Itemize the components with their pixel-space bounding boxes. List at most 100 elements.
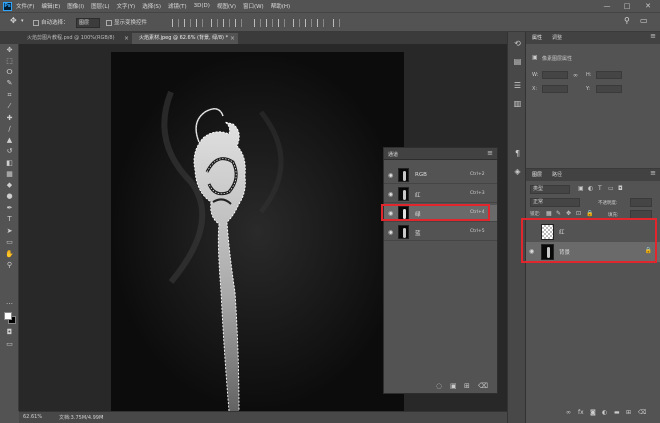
menu-help[interactable]: 帮助(H) [271, 2, 290, 10]
visibility-eye-icon[interactable]: ◉ [388, 172, 393, 179]
status-arrow-icon[interactable]: › [101, 413, 103, 420]
width-field[interactable] [542, 71, 568, 79]
save-selection-icon[interactable]: ▣ [450, 382, 457, 390]
align-bottom-icon[interactable] [196, 19, 203, 27]
new-layer-icon[interactable]: ⊞ [626, 409, 631, 416]
channel-row-green[interactable]: ◉ 绿 Ctrl+4 [384, 205, 497, 222]
brush-icon[interactable]: ∕ [4, 125, 15, 134]
eyedropper-icon[interactable]: ⁄ [4, 102, 15, 111]
channel-row-rgb[interactable]: ◉ RGB Ctrl+2 [384, 167, 497, 184]
menu-image[interactable]: 图像(I) [67, 2, 84, 10]
panel-menu-icon[interactable]: ≡ [487, 149, 493, 157]
type-icon[interactable]: T [4, 215, 15, 224]
layer-style-icon[interactable]: fx [578, 409, 584, 416]
distribute-vcenter-icon[interactable] [266, 19, 273, 27]
auto-select-dropdown[interactable]: 图层 [76, 18, 100, 28]
menu-filter[interactable]: 滤镜(T) [168, 2, 187, 10]
swatches-icon[interactable]: ▤ [512, 56, 523, 67]
pen-icon[interactable]: ✒ [4, 204, 15, 213]
filter-type-icon[interactable]: T [598, 185, 602, 192]
paragraph-icon[interactable]: ¶ [512, 148, 523, 159]
distribute-hcenter-icon[interactable] [305, 19, 312, 27]
move-tool-option-icon[interactable]: ✥ [10, 16, 17, 25]
healing-icon[interactable]: ✚ [4, 114, 15, 123]
dodge-icon[interactable]: ● [4, 192, 15, 201]
libraries-icon[interactable]: ▥ [512, 98, 523, 109]
show-transform-checkbox[interactable]: 显示变换控件 [106, 18, 147, 26]
align-top-icon[interactable] [172, 19, 179, 27]
close-icon[interactable]: × [124, 33, 129, 44]
tab-properties[interactable]: 属性 [532, 34, 542, 41]
history-brush-icon[interactable]: ↺ [4, 147, 15, 156]
visibility-eye-icon[interactable]: ◉ [388, 210, 393, 217]
blend-mode-dropdown[interactable]: 正常 [530, 198, 580, 207]
panel-menu-icon[interactable]: ≡ [650, 32, 656, 40]
tab-document-2[interactable]: 火焰素材.jpeg @ 62.6% (背景, 绿/8) * × [132, 33, 238, 44]
gradient-icon[interactable]: ▦ [4, 170, 15, 179]
hand-icon[interactable]: ✋ [4, 250, 15, 259]
add-mask-icon[interactable]: ◙ [590, 409, 596, 416]
blur-icon[interactable]: ◆ [4, 181, 15, 190]
close-icon[interactable]: × [230, 33, 235, 44]
auto-align-icon[interactable] [333, 19, 340, 27]
load-selection-icon[interactable]: ◌ [436, 382, 442, 390]
menu-layer[interactable]: 图层(L) [91, 2, 109, 10]
align-left-icon[interactable] [211, 19, 218, 27]
distribute-top-icon[interactable] [254, 19, 261, 27]
panel-menu-icon[interactable]: ≡ [650, 169, 656, 177]
screen-mode-icon[interactable]: ▭ [4, 340, 15, 349]
workspace-icon[interactable]: ▭ [640, 16, 648, 25]
opacity-field[interactable] [630, 198, 652, 207]
channels-title[interactable]: 通道 [388, 151, 398, 158]
tab-document-1[interactable]: 火焰剪图片教程.psd @ 100%(RGB/8) × [20, 33, 132, 44]
history-icon[interactable]: ⟲ [512, 38, 523, 49]
new-group-icon[interactable]: ▬ [614, 409, 620, 416]
auto-select-checkbox[interactable]: 自动选择： [33, 18, 69, 26]
shape-icon[interactable]: ▭ [4, 238, 15, 247]
foreground-color-swatch[interactable] [4, 312, 12, 320]
delete-layer-icon[interactable]: ⌫ [638, 409, 646, 416]
menu-file[interactable]: 文件(F) [16, 2, 34, 10]
align-right-icon[interactable] [235, 19, 242, 27]
search-icon[interactable]: ⚲ [624, 16, 630, 25]
fill-field[interactable] [630, 210, 652, 219]
filter-shape-icon[interactable]: ▭ [608, 185, 614, 192]
filter-smart-icon[interactable]: ◘ [618, 185, 623, 192]
lock-artboard-icon[interactable]: ⊡ [576, 210, 581, 217]
layer-name[interactable]: 背景 [559, 248, 570, 256]
channel-row-red[interactable]: ◉ 红 Ctrl+3 [384, 186, 497, 203]
adjustment-layer-icon[interactable]: ◐ [602, 409, 607, 416]
delete-channel-icon[interactable]: ⌫ [478, 382, 488, 390]
visibility-eye-icon[interactable]: ◉ [529, 248, 534, 255]
maximize-button[interactable]: □ [620, 1, 634, 11]
eraser-icon[interactable]: ◧ [4, 159, 15, 168]
lock-all-icon[interactable]: 🔒 [586, 210, 593, 217]
new-channel-icon[interactable]: ⊞ [464, 382, 470, 390]
layer-row-background[interactable]: ◉ 背景 🔒 [526, 242, 660, 262]
channel-row-blue[interactable]: ◉ 蓝 Ctrl+5 [384, 224, 497, 241]
layers-strip-icon[interactable]: ◈ [512, 166, 523, 177]
height-field[interactable] [596, 71, 622, 79]
move-icon[interactable]: ✥ [4, 46, 15, 55]
quick-select-icon[interactable]: ✎ [4, 79, 15, 88]
crop-icon[interactable]: ⌗ [4, 91, 15, 100]
marquee-icon[interactable]: ⬚ [4, 57, 15, 66]
link-layers-icon[interactable]: ∞ [566, 409, 571, 416]
align-vcenter-icon[interactable] [184, 19, 191, 27]
zoom-icon[interactable]: ⚲ [4, 261, 15, 270]
menu-type[interactable]: 文字(Y) [117, 2, 136, 10]
menu-view[interactable]: 视图(V) [217, 2, 236, 10]
menu-select[interactable]: 选择(S) [142, 2, 161, 10]
minimize-button[interactable]: — [600, 1, 614, 11]
stamp-icon[interactable]: ▲ [4, 136, 15, 145]
distribute-bottom-icon[interactable] [278, 19, 285, 27]
path-select-icon[interactable]: ➤ [4, 227, 15, 236]
y-field[interactable] [596, 85, 622, 93]
menu-window[interactable]: 窗口(W) [243, 2, 264, 10]
menu-3d[interactable]: 3D(D) [194, 3, 210, 9]
lock-position-icon[interactable]: ✥ [566, 210, 571, 217]
link-icon[interactable]: ∞ [573, 72, 578, 79]
tab-adjustments[interactable]: 调整 [552, 34, 562, 41]
visibility-eye-icon[interactable]: ◉ [388, 229, 393, 236]
filter-pixel-icon[interactable]: ▣ [578, 185, 584, 192]
